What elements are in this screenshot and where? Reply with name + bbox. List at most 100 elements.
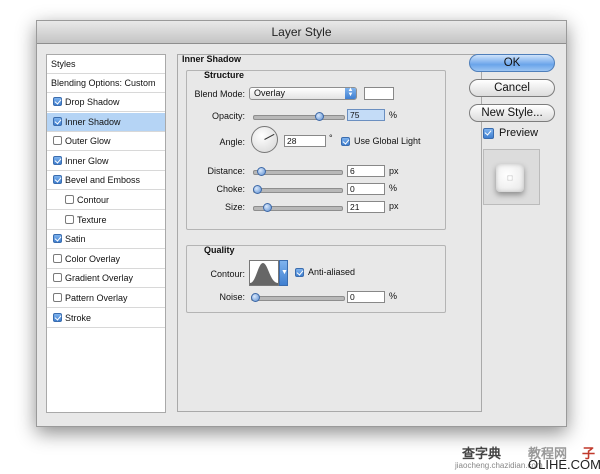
contour-dropdown-button[interactable]: ▼ — [279, 260, 288, 286]
style-item-label: Gradient Overlay — [65, 273, 134, 284]
style-item-checkbox[interactable] — [65, 214, 74, 224]
style-item-checkbox[interactable] — [53, 312, 62, 322]
choke-unit: % — [389, 183, 398, 193]
style-item-label: Pattern Overlay — [65, 293, 128, 303]
blend-color-swatch[interactable] — [364, 87, 394, 100]
noise-input[interactable]: 0 — [347, 291, 385, 303]
opacity-label: Opacity: — [211, 111, 245, 121]
select-arrows-icon: ▲ ▼ — [345, 87, 356, 99]
style-item-label: Bevel and Emboss — [65, 175, 141, 186]
style-item-label: Inner Glow — [65, 155, 109, 166]
style-item-checkbox[interactable] — [53, 175, 62, 185]
structure-group: Structure Blend Mode: Overlay ▲ ▼ Opacity… — [186, 70, 446, 230]
style-item-checkbox[interactable] — [53, 273, 62, 283]
style-item-outer-glow[interactable]: Outer Glow — [47, 132, 165, 152]
style-item-checkbox[interactable] — [53, 253, 62, 263]
quality-title: Quality — [204, 245, 235, 255]
style-item-checkbox[interactable] — [53, 116, 62, 126]
dialog-title: Layer Style — [37, 21, 566, 44]
distance-unit: px — [389, 166, 399, 176]
blend-mode-label: Blend Mode: — [194, 89, 245, 99]
opacity-input[interactable]: 75 — [347, 109, 385, 121]
noise-unit: % — [389, 291, 398, 301]
new-style-button[interactable]: New Style... — [469, 104, 555, 122]
distance-label: Distance: — [207, 166, 245, 176]
ok-button[interactable]: OK — [469, 54, 555, 72]
style-item-label: Inner Shadow — [65, 116, 121, 127]
choke-input[interactable]: 0 — [347, 183, 385, 195]
style-item-checkbox[interactable] — [53, 293, 62, 302]
noise-slider-knob[interactable] — [251, 293, 260, 302]
style-item-color-overlay[interactable]: Color Overlay — [47, 250, 165, 269]
blending-options-item[interactable]: Blending Options: Custom — [47, 74, 165, 93]
style-item-checkbox[interactable] — [53, 136, 62, 146]
inner-shadow-panel: Inner Shadow Structure Blend Mode: Overl… — [177, 54, 482, 412]
style-item-label: Satin — [65, 234, 86, 245]
style-item-stroke[interactable]: Stroke — [47, 309, 165, 328]
style-item-inner-glow[interactable]: Inner Glow — [47, 152, 165, 171]
distance-input[interactable]: 6 — [347, 165, 385, 177]
styles-header-label: Styles — [51, 59, 76, 69]
angle-label: Angle: — [219, 137, 245, 147]
distance-slider-knob[interactable] — [257, 167, 267, 176]
style-item-contour[interactable]: Contour — [47, 191, 165, 210]
size-slider[interactable] — [253, 203, 343, 212]
cancel-button[interactable]: Cancel — [469, 79, 555, 97]
angle-unit: ° — [329, 133, 333, 143]
watermark-logo: OLIHE.COM — [528, 457, 600, 472]
style-item-gradient-overlay[interactable]: Gradient Overlay — [47, 269, 165, 289]
style-item-bevel-and-emboss[interactable]: Bevel and Emboss — [47, 171, 165, 191]
style-item-label: Color Overlay — [65, 253, 121, 264]
size-slider-knob[interactable] — [262, 203, 272, 212]
style-item-drop-shadow[interactable]: Drop Shadow — [47, 93, 165, 112]
structure-title: Structure — [204, 70, 245, 80]
contour-label: Contour: — [210, 269, 245, 279]
style-item-checkbox[interactable] — [53, 234, 62, 244]
style-item-label: Outer Glow — [65, 136, 111, 147]
distance-slider[interactable] — [253, 167, 343, 176]
style-item-label: Stroke — [65, 312, 92, 323]
angle-input[interactable]: 28 — [284, 135, 326, 147]
opacity-slider-knob[interactable] — [315, 112, 325, 121]
style-item-satin[interactable]: Satin — [47, 230, 165, 250]
style-item-pattern-overlay[interactable]: Pattern Overlay — [47, 289, 165, 308]
style-item-label: Texture — [77, 214, 107, 225]
preview-label: Preview — [499, 127, 539, 139]
choke-slider-knob[interactable] — [253, 185, 262, 194]
choke-label: Choke: — [216, 184, 245, 194]
style-item-label: Drop Shadow — [65, 97, 120, 107]
anti-aliased-checkbox[interactable] — [295, 268, 304, 277]
blend-mode-select[interactable]: Overlay ▲ ▼ — [249, 87, 357, 100]
style-item-checkbox[interactable] — [65, 195, 74, 204]
angle-needle-icon — [264, 133, 275, 140]
noise-label: Noise: — [219, 292, 245, 302]
section-title: Inner Shadow — [182, 54, 242, 64]
choke-slider[interactable] — [253, 185, 343, 194]
contour-preview[interactable] — [249, 260, 279, 286]
noise-slider[interactable] — [251, 293, 345, 302]
watermark-text-left: 查字典 — [462, 446, 502, 461]
layer-style-dialog: Layer Style Styles Blending Options: Cus… — [36, 20, 567, 427]
style-item-inner-shadow[interactable]: Inner Shadow — [47, 112, 165, 132]
styles-header[interactable]: Styles — [47, 55, 165, 74]
size-label: Size: — [224, 202, 245, 212]
size-input[interactable]: 21 — [347, 201, 385, 213]
anti-aliased-label: Anti-aliased — [308, 267, 356, 277]
blending-options-label: Blending Options: Custom — [51, 78, 156, 88]
contour-curve-icon — [250, 263, 278, 285]
angle-dial[interactable] — [251, 126, 278, 153]
use-global-light-checkbox[interactable] — [341, 137, 350, 146]
style-preview-swatch — [483, 149, 540, 205]
chevron-down-icon: ▼ — [281, 269, 288, 276]
use-global-light-label: Use Global Light — [354, 136, 421, 146]
opacity-unit: % — [389, 110, 398, 120]
opacity-slider[interactable] — [253, 112, 345, 121]
preview-tile — [496, 164, 524, 192]
style-item-checkbox[interactable] — [53, 155, 62, 165]
styles-list: Styles Blending Options: Custom Drop Sha… — [46, 54, 166, 413]
style-item-checkbox[interactable] — [53, 97, 62, 106]
style-item-label: Contour — [77, 195, 110, 205]
style-item-texture[interactable]: Texture — [47, 211, 165, 230]
preview-checkbox[interactable] — [483, 128, 494, 139]
blend-mode-value: Overlay — [254, 88, 286, 98]
